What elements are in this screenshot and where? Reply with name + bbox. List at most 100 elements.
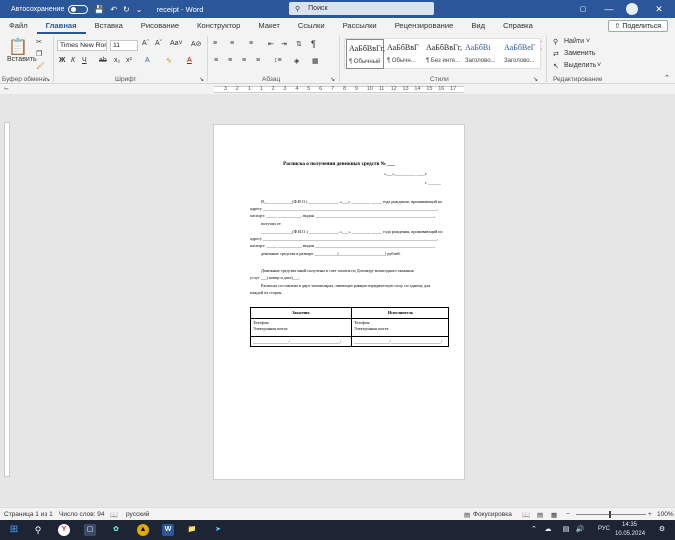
tab-design[interactable]: Конструктор xyxy=(188,18,249,34)
shading-icon[interactable]: ◈ xyxy=(294,57,299,65)
subscript-icon[interactable]: x₂ xyxy=(114,57,120,64)
print-layout-icon[interactable]: ▤ xyxy=(537,511,543,519)
search-box[interactable]: ⚲ Поиск xyxy=(289,2,434,15)
share-button[interactable]: ⇧ Поделиться xyxy=(607,20,668,32)
bold-icon[interactable]: Ж xyxy=(59,57,65,64)
zoom-slider-thumb[interactable] xyxy=(609,511,611,518)
borders-icon[interactable]: ▦ xyxy=(312,57,319,65)
word-icon[interactable]: W xyxy=(162,524,174,536)
zoom-level[interactable]: 100% xyxy=(657,511,674,518)
highlight-icon[interactable]: ✎ xyxy=(166,57,172,65)
font-size-select[interactable]: 11 xyxy=(110,40,138,51)
text-effects-icon[interactable]: A xyxy=(145,57,150,64)
font-color-icon[interactable]: A xyxy=(187,57,192,64)
document-page[interactable]: Расписка о получении денежных средств № … xyxy=(213,124,465,480)
clear-format-icon[interactable]: A⊘ xyxy=(191,40,202,48)
find-button[interactable]: Найти xyxy=(564,38,584,45)
align-left-icon[interactable]: ≡ xyxy=(214,57,218,64)
line-spacing-icon[interactable]: ↕≡ xyxy=(274,57,282,64)
undo-icon[interactable]: ↶ xyxy=(110,5,117,14)
notifications-icon[interactable]: ⚙ xyxy=(656,524,668,536)
tab-mailings[interactable]: Рассылки xyxy=(334,18,386,34)
read-mode-icon[interactable]: 📖 xyxy=(522,511,530,519)
redo-icon[interactable]: ↻ xyxy=(123,5,130,14)
autosave-toggle[interactable] xyxy=(68,4,89,14)
clipboard-launcher-icon[interactable]: ↘ xyxy=(45,76,50,83)
find-dropdown-icon[interactable]: ˅ xyxy=(586,38,590,45)
sort-icon[interactable]: ⇅ xyxy=(296,40,302,48)
app-icon-2[interactable]: ▲ xyxy=(137,524,149,536)
decrease-indent-icon[interactable]: ⇤ xyxy=(268,40,274,48)
copy-icon[interactable]: ❐ xyxy=(36,50,42,58)
tab-draw[interactable]: Рисование xyxy=(132,18,188,34)
align-center-icon[interactable]: ≡ xyxy=(228,57,232,64)
close-button[interactable]: ✕ xyxy=(648,0,670,18)
style-no-spacing[interactable]: АаБбВвГг, ¶ Без инте... xyxy=(424,39,462,69)
select-dropdown-icon[interactable]: ˅ xyxy=(597,62,601,69)
tray-app-icon[interactable]: ☁ xyxy=(542,524,554,536)
style-heading-1[interactable]: АаБбВі Заголово... xyxy=(463,39,501,69)
font-launcher-icon[interactable]: ↘ xyxy=(199,76,204,83)
tab-selector-icon[interactable]: ⌙ xyxy=(4,85,9,92)
multilevel-list-icon[interactable]: ≡ xyxy=(249,40,253,47)
minimize-button[interactable]: — xyxy=(598,0,620,18)
tray-chevron-icon[interactable]: ⌃ xyxy=(528,524,540,536)
superscript-icon[interactable]: x² xyxy=(126,57,132,64)
tab-help[interactable]: Справка xyxy=(494,18,542,34)
start-icon[interactable]: ⊞ xyxy=(8,524,20,536)
app-icon[interactable]: ✿ xyxy=(110,524,122,536)
style-heading-2[interactable]: АаБбВеГ Заголово... xyxy=(502,39,540,69)
tab-insert[interactable]: Вставка xyxy=(86,18,132,34)
tab-view[interactable]: Вид xyxy=(462,18,494,34)
page-count[interactable]: Страница 1 из 1 xyxy=(4,511,53,518)
italic-icon[interactable]: К xyxy=(71,57,75,64)
paragraph-launcher-icon[interactable]: ↘ xyxy=(330,76,335,83)
grow-font-icon[interactable]: Aˆ xyxy=(142,40,149,47)
font-name-select[interactable]: Times New Ron xyxy=(57,40,107,51)
show-marks-icon[interactable]: ¶ xyxy=(311,39,316,49)
select-button[interactable]: Выделить xyxy=(564,62,596,69)
underline-icon[interactable]: Ч xyxy=(82,57,87,64)
shrink-font-icon[interactable]: Aˇ xyxy=(155,40,162,47)
focus-icon[interactable]: ▤ xyxy=(464,511,470,519)
justify-icon[interactable]: ≡ xyxy=(256,57,260,64)
replace-button[interactable]: Заменить xyxy=(564,50,595,57)
account-avatar[interactable] xyxy=(626,3,638,15)
taskbar-search-icon[interactable]: ⚲ xyxy=(32,524,44,536)
volume-icon[interactable]: 🔊 xyxy=(574,524,586,536)
cut-icon[interactable]: ✂ xyxy=(36,38,42,46)
telegram-icon[interactable]: ➤ xyxy=(212,524,224,536)
clock-date[interactable]: 10.05.2024 xyxy=(615,531,645,537)
save-icon[interactable]: 💾 xyxy=(94,5,104,14)
align-right-icon[interactable]: ≡ xyxy=(242,57,246,64)
numbering-icon[interactable]: ≡ xyxy=(230,40,234,47)
explorer-icon[interactable]: ▢ xyxy=(84,524,96,536)
tab-layout[interactable]: Макет xyxy=(249,18,289,34)
input-language[interactable]: РУС xyxy=(598,526,610,532)
style-normal[interactable]: АаБбВвГг, ¶ Обычный xyxy=(346,39,385,69)
zoom-in-icon[interactable]: + xyxy=(648,511,652,518)
change-case-icon[interactable]: Aa˅ xyxy=(170,40,183,47)
folder-icon[interactable]: 📁 xyxy=(186,524,198,536)
strikethrough-icon[interactable]: ab xyxy=(99,57,107,64)
style-normal-2[interactable]: АаБбВвГ ¶ Обычн... xyxy=(385,39,423,69)
tab-file[interactable]: Файл xyxy=(0,18,37,34)
tab-home[interactable]: Главная xyxy=(36,18,86,34)
focus-button[interactable]: Фокусировка xyxy=(473,511,512,518)
tab-review[interactable]: Рецензирование xyxy=(386,18,463,34)
language-indicator[interactable]: русский xyxy=(126,511,149,518)
customize-qat-icon[interactable]: ⌄ xyxy=(136,5,143,14)
styles-launcher-icon[interactable]: ↘ xyxy=(533,76,538,83)
collapse-ribbon-icon[interactable]: ⌃ xyxy=(664,74,670,82)
web-layout-icon[interactable]: ▦ xyxy=(551,511,557,519)
proofing-icon[interactable]: 📖 xyxy=(110,511,118,519)
yandex-icon[interactable]: Y xyxy=(58,524,70,536)
increase-indent-icon[interactable]: ⇥ xyxy=(281,40,287,48)
clock-time[interactable]: 14:35 xyxy=(622,522,637,528)
horizontal-ruler[interactable]: 3 2 1 1 2 3 4 5 6 7 8 9 10 11 12 13 14 15 16 17 ⌙ xyxy=(0,84,675,94)
paste-icon[interactable]: 📋 xyxy=(8,37,28,57)
zoom-out-icon[interactable]: − xyxy=(566,511,570,518)
tab-references[interactable]: Ссылки xyxy=(289,18,334,34)
format-painter-icon[interactable]: 🖌 xyxy=(36,62,45,70)
network-icon[interactable]: ▤ xyxy=(560,524,572,536)
